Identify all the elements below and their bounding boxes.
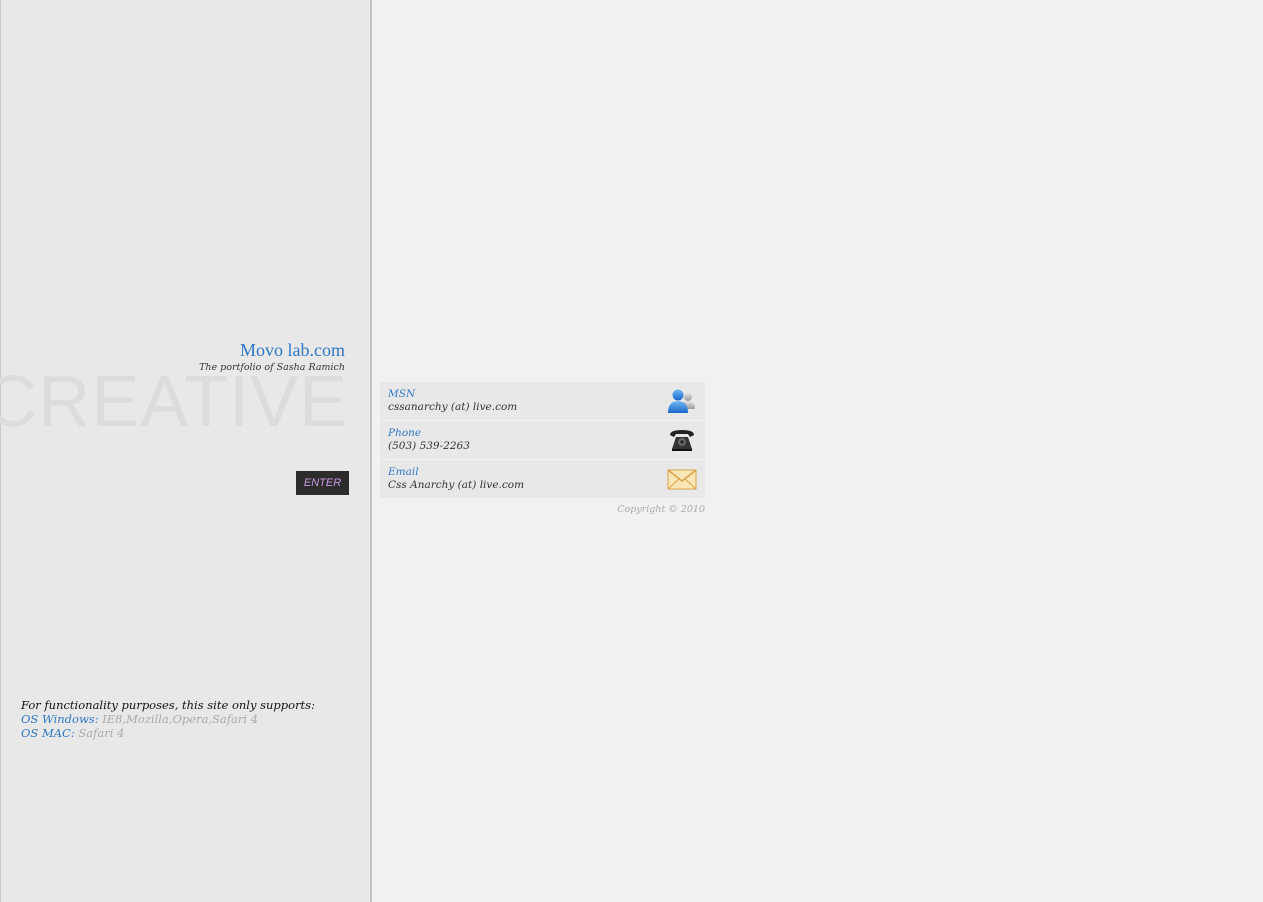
contact-value-msn: cssanarchy (at) live.com [388, 401, 518, 413]
contact-value-phone: (503) 539-2263 [388, 440, 470, 452]
os-mac-label: OS MAC: [21, 726, 75, 740]
os-windows-label: OS Windows: [21, 712, 99, 726]
site-title-link[interactable]: Movo lab.com [240, 340, 345, 361]
contact-label-msn: MSN [388, 388, 416, 400]
contact-row-msn: MSN cssanarchy (at) live.com [380, 382, 705, 420]
support-mac-line: OS MAC: Safari 4 [21, 726, 315, 740]
contact-label-email: Email [388, 466, 419, 478]
contact-value-email: Css Anarchy (at) live.com [388, 479, 525, 491]
msn-user-icon [668, 389, 695, 413]
contact-list: MSN cssanarchy (at) live.com Phone (503)… [380, 382, 705, 499]
telephone-icon [670, 430, 694, 451]
os-windows-browsers: IE8,Mozilla,Opera,Safari 4 [102, 712, 259, 726]
copyright: Copyright © 2010 [617, 504, 705, 515]
os-mac-browsers: Safari 4 [78, 726, 125, 740]
support-windows-line: OS Windows: IE8,Mozilla,Opera,Safari 4 [21, 712, 315, 726]
enter-button[interactable]: ENTER [296, 471, 349, 495]
contact-row-phone: Phone (503) 539-2263 [380, 421, 705, 459]
page: Movo lab.com CREATIVE The portfolio of S… [0, 0, 1263, 902]
site-tagline: The portfolio of Sasha Ramich [199, 362, 345, 373]
creative-watermark: CREATIVE [0, 362, 348, 442]
envelope-icon [667, 469, 697, 490]
contact-row-email: Email Css Anarchy (at) live.com [380, 460, 705, 498]
support-intro: For functionality purposes, this site on… [21, 698, 315, 712]
contact-label-phone: Phone [388, 427, 422, 439]
sidebar: Movo lab.com CREATIVE The portfolio of S… [0, 0, 372, 902]
browser-support-note: For functionality purposes, this site on… [21, 698, 315, 740]
